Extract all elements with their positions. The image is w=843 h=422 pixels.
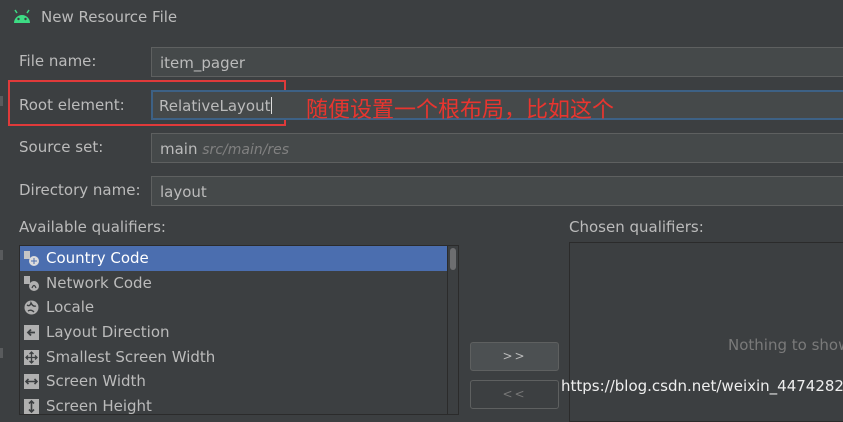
add-qualifier-button[interactable]: >>: [470, 342, 559, 371]
list-scrollbar[interactable]: [447, 246, 458, 414]
edge-mark: [0, 348, 3, 358]
file-name-value: item_pager: [160, 54, 246, 72]
source-set-label: Source set:: [19, 138, 104, 156]
list-item-screen-width[interactable]: Screen Width: [20, 369, 458, 394]
title-bar: New Resource File: [0, 0, 843, 36]
android-icon: [14, 9, 30, 23]
source-set-dropdown[interactable]: main src/main/res: [151, 133, 843, 163]
chosen-qualifiers-label: Chosen qualifiers:: [569, 218, 704, 236]
window-title: New Resource File: [41, 8, 178, 26]
root-element-value: RelativeLayout: [159, 97, 271, 115]
text-caret: [271, 97, 273, 114]
network-code-icon: [24, 275, 39, 291]
list-item-locale[interactable]: Locale: [20, 295, 458, 320]
scroll-thumb[interactable]: [450, 248, 456, 270]
source-set-path: src/main/res: [202, 142, 290, 158]
empty-state-text: Nothing to show: [728, 336, 843, 354]
file-name-label: File name:: [19, 52, 97, 70]
directory-name-field[interactable]: layout: [151, 176, 843, 206]
available-qualifiers-list[interactable]: Country Code Network Code Locale Layout …: [19, 245, 459, 415]
edge-mark: [0, 96, 3, 106]
list-item-screen-height[interactable]: Screen Height: [20, 394, 458, 415]
directory-name-value: layout: [160, 183, 207, 201]
list-item-country-code[interactable]: Country Code: [20, 246, 458, 271]
country-code-icon: [24, 251, 39, 266]
annotation-text: 随便设置一个根布局，比如这个: [306, 98, 615, 123]
list-item-layout-direction[interactable]: Layout Direction: [20, 320, 458, 345]
source-set-value: main: [160, 140, 198, 158]
list-item-label: Layout Direction: [46, 323, 170, 342]
move-arrows-icon: [24, 349, 39, 365]
watermark: https://blog.csdn.net/weixin_44742824: [561, 377, 843, 395]
root-element-label: Root element:: [19, 96, 125, 114]
available-qualifiers-label: Available qualifiers:: [19, 218, 166, 236]
list-item-network-code[interactable]: Network Code: [20, 271, 458, 296]
list-item-label: Locale: [46, 298, 95, 317]
list-item-smallest-screen-width[interactable]: Smallest Screen Width: [20, 345, 458, 370]
edge-mark: [0, 250, 3, 260]
list-item-label: Screen Width: [46, 372, 146, 391]
list-item-label: Network Code: [46, 273, 152, 292]
layout-direction-icon: [24, 325, 39, 341]
list-item-label: Country Code: [46, 249, 149, 267]
list-item-label: Smallest Screen Width: [46, 347, 216, 366]
list-item-label: Screen Height: [46, 397, 152, 415]
width-arrows-icon: [24, 374, 39, 390]
remove-qualifier-button[interactable]: <<: [470, 380, 559, 409]
globe-icon: [24, 300, 39, 315]
file-name-field[interactable]: item_pager: [151, 47, 843, 77]
chosen-qualifiers-list[interactable]: Nothing to show: [569, 242, 843, 422]
directory-name-label: Directory name:: [19, 181, 141, 199]
